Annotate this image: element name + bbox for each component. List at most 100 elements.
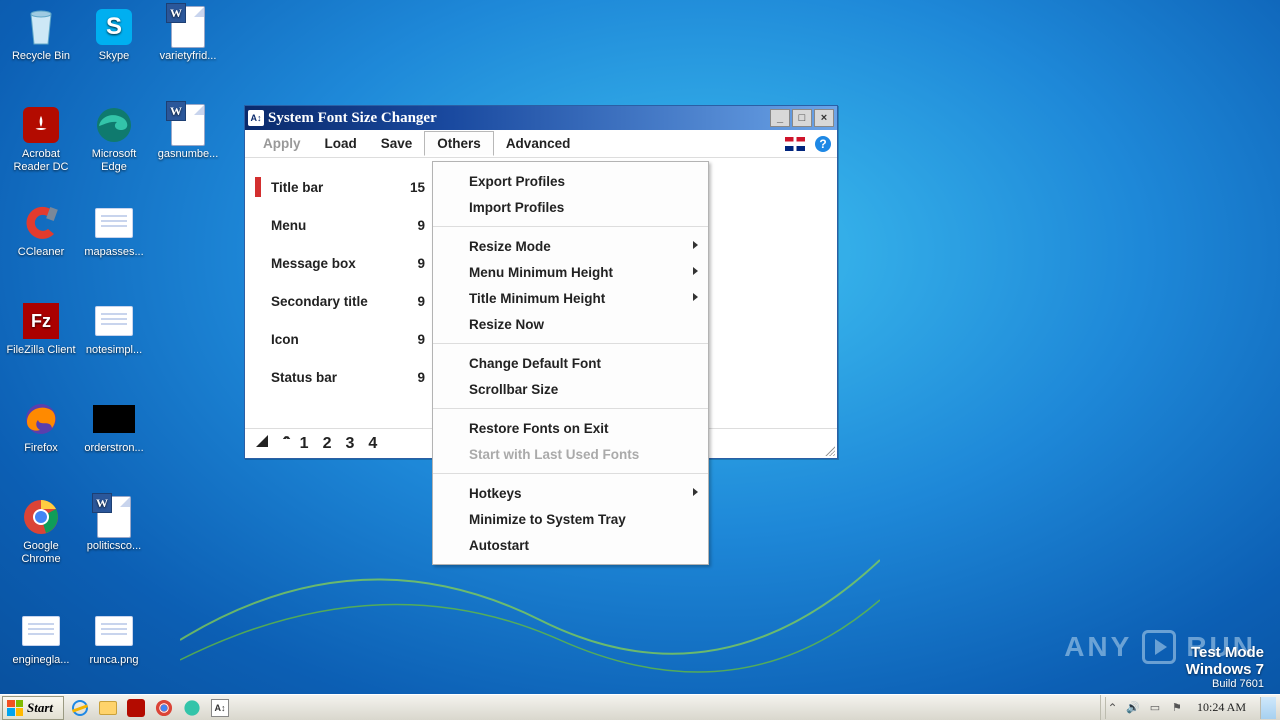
menu-load[interactable]: Load: [313, 132, 369, 155]
menu-item-resize-now[interactable]: Resize Now: [433, 311, 708, 337]
help-icon[interactable]: ?: [815, 136, 831, 152]
footer-tool-1[interactable]: ˆˆ: [283, 435, 286, 453]
footer-tool-2[interactable]: 1: [300, 435, 309, 453]
menu-item-hotkeys[interactable]: Hotkeys: [433, 480, 708, 506]
desktop-icon-firefox[interactable]: Firefox: [5, 398, 77, 455]
menu-item-import-profiles[interactable]: Import Profiles: [433, 194, 708, 220]
tray-network-icon[interactable]: ▭: [1147, 700, 1163, 716]
desktop-icon-filezilla[interactable]: FzFileZilla Client: [5, 300, 77, 357]
window-title: System Font Size Changer: [268, 110, 768, 127]
menu-item-autostart[interactable]: Autostart: [433, 532, 708, 558]
tray-overflow-icon[interactable]: ⌃: [1105, 697, 1119, 719]
taskbar-app-app[interactable]: A↕: [208, 697, 232, 719]
desktop-icon-label: gasnumbe...: [152, 148, 224, 161]
resize-grip-icon[interactable]: [823, 444, 835, 456]
row-label: Icon: [271, 332, 401, 347]
menu-item-start-with-last-used-fonts: Start with Last Used Fonts: [433, 441, 708, 467]
menu-item-resize-mode[interactable]: Resize Mode: [433, 233, 708, 259]
desktop-icon-label: varietyfrid...: [152, 50, 224, 63]
skype-icon: S: [93, 6, 135, 48]
footer-tool-5[interactable]: 4: [368, 435, 377, 453]
row-value: 9: [401, 218, 425, 233]
desktop-icon-edge[interactable]: Microsoft Edge: [78, 104, 150, 174]
windows-logo-icon: [7, 700, 23, 716]
desktop-icon-runca[interactable]: runca.png: [78, 610, 150, 667]
orderstron-icon: [93, 398, 135, 440]
menu-others[interactable]: Others: [424, 131, 494, 156]
menu-item-scrollbar-size[interactable]: Scrollbar Size: [433, 376, 708, 402]
menu-item-change-default-font[interactable]: Change Default Font: [433, 350, 708, 376]
language-flag-icon[interactable]: [785, 137, 805, 151]
desktop-icon-mapasses[interactable]: mapasses...: [78, 202, 150, 259]
show-desktop-button[interactable]: [1260, 697, 1276, 719]
maximize-button[interactable]: □: [792, 109, 812, 127]
notesimpl-icon: [93, 300, 135, 342]
menu-item-export-profiles[interactable]: Export Profiles: [433, 168, 708, 194]
menu-advanced[interactable]: Advanced: [494, 132, 583, 155]
desktop-icon-skype[interactable]: SSkype: [78, 6, 150, 63]
menu-item-minimize-to-system-tray[interactable]: Minimize to System Tray: [433, 506, 708, 532]
desktop-icon-label: mapasses...: [78, 246, 150, 259]
menu-item-label: Scrollbar Size: [469, 382, 558, 397]
row-value: 9: [401, 370, 425, 385]
taskbar-app-chrome[interactable]: [152, 697, 176, 719]
row-indicator: [255, 177, 261, 197]
taskbar-app-ie[interactable]: [68, 697, 92, 719]
titlebar[interactable]: A↕ System Font Size Changer _ □ ×: [245, 106, 837, 130]
menu-item-menu-minimum-height[interactable]: Menu Minimum Height: [433, 259, 708, 285]
menu-apply[interactable]: Apply: [251, 132, 313, 155]
menu-save[interactable]: Save: [369, 132, 425, 155]
row-value: 9: [401, 256, 425, 271]
row-indicator: [255, 291, 261, 311]
tray-flag-icon[interactable]: ⚑: [1169, 700, 1185, 716]
row-value: 9: [401, 294, 425, 309]
menu-item-label: Start with Last Used Fonts: [469, 447, 639, 462]
desktop-icon-ccleaner[interactable]: CCleaner: [5, 202, 77, 259]
filezilla-icon: Fz: [20, 300, 62, 342]
row-indicator: [255, 329, 261, 349]
start-button[interactable]: Start: [2, 696, 64, 720]
footer-tool-3[interactable]: 2: [323, 435, 332, 453]
taskbar-app-explorer[interactable]: [96, 697, 120, 719]
menu-item-label: Resize Now: [469, 317, 544, 332]
desktop-icon-gasnumbe[interactable]: gasnumbe...: [152, 104, 224, 161]
menu-item-label: Change Default Font: [469, 356, 601, 371]
desktop-icon-enginegla[interactable]: enginegla...: [5, 610, 77, 667]
desktop-icon-label: Firefox: [5, 442, 77, 455]
desktop-icon-chrome[interactable]: Google Chrome: [5, 496, 77, 566]
desktop-icon-label: Microsoft Edge: [78, 148, 150, 174]
menu-item-restore-fonts-on-exit[interactable]: Restore Fonts on Exit: [433, 415, 708, 441]
row-label: Status bar: [271, 370, 401, 385]
close-button[interactable]: ×: [814, 109, 834, 127]
taskbar-app-edge[interactable]: [180, 697, 204, 719]
menubar: Apply Load Save Others Advanced ?: [245, 130, 837, 158]
desktop-icon-orderstron[interactable]: orderstron...: [78, 398, 150, 455]
taskbar-clock[interactable]: 10:24 AM: [1191, 700, 1252, 715]
desktop-icon-acrobat[interactable]: Acrobat Reader DC: [5, 104, 77, 174]
desktop-icon-recycle-bin[interactable]: Recycle Bin: [5, 6, 77, 63]
menu-item-label: Export Profiles: [469, 174, 565, 189]
system-tray: ⌃ 🔊 ▭ ⚑ 10:24 AM: [1100, 695, 1280, 720]
menu-item-label: Restore Fonts on Exit: [469, 421, 609, 436]
tray-volume-icon[interactable]: 🔊: [1125, 700, 1141, 716]
row-value: 9: [401, 332, 425, 347]
desktop-icon-label: politicsco...: [78, 540, 150, 553]
desktop-icon-politicsco[interactable]: politicsco...: [78, 496, 150, 553]
recycle-bin-icon: [20, 6, 62, 48]
minimize-button[interactable]: _: [770, 109, 790, 127]
desktop-icon-varietyfrid[interactable]: varietyfrid...: [152, 6, 224, 63]
taskbar-app-acrobat[interactable]: [124, 697, 148, 719]
others-dropdown: Export Profiles Import Profiles Resize Mod…: [432, 161, 709, 565]
play-icon: [1142, 630, 1176, 664]
menu-item-label: Autostart: [469, 538, 529, 553]
menu-item-title-minimum-height[interactable]: Title Minimum Height: [433, 285, 708, 311]
submenu-arrow-icon: [693, 293, 698, 301]
menu-item-label: Import Profiles: [469, 200, 564, 215]
footer-tool-0[interactable]: [255, 434, 269, 453]
desktop-icon-label: runca.png: [78, 654, 150, 667]
footer-tool-4[interactable]: 3: [345, 435, 354, 453]
taskbar: Start A↕ ⌃ 🔊 ▭ ⚑ 10:24 AM: [0, 694, 1280, 720]
desktop-icon-notesimpl[interactable]: notesimpl...: [78, 300, 150, 357]
mapasses-icon: [93, 202, 135, 244]
row-indicator: [255, 367, 261, 387]
